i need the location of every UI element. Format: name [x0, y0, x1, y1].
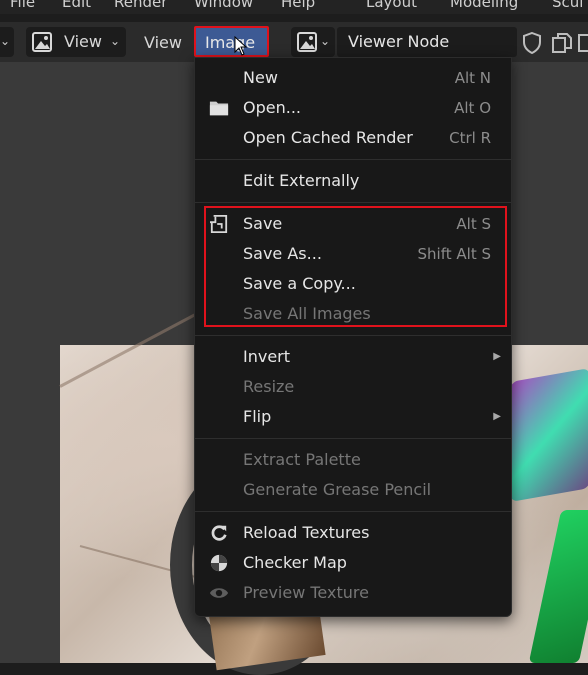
menu-item-label: Invert — [243, 347, 291, 366]
save-group-highlight — [204, 206, 507, 327]
menu-item-extract-palette: Extract Palette — [195, 445, 511, 475]
menu-item-resize: Resize — [195, 372, 511, 402]
image-icon — [297, 32, 317, 52]
menu-render[interactable]: Render — [114, 0, 167, 11]
mouse-cursor-icon — [234, 36, 248, 56]
menu-item-flip[interactable]: Flip ▶ — [195, 402, 511, 432]
image-name-text: Viewer Node — [348, 32, 450, 51]
eye-icon — [209, 588, 229, 598]
image-dropdown-menu: New Alt N Open... Alt O Open Cached Rend… — [194, 57, 512, 617]
image-icon — [32, 32, 52, 52]
image-browse-dropdown[interactable]: ⌄ — [291, 27, 335, 57]
workspace-tab-layout[interactable]: Layout — [366, 0, 417, 11]
menu-window[interactable]: Window — [194, 0, 253, 11]
view-mode-label: View — [64, 32, 102, 51]
menu-separator — [195, 159, 511, 160]
render-crystal-object — [510, 367, 588, 503]
menu-separator — [195, 438, 511, 439]
menu-item-open[interactable]: Open... Alt O — [195, 93, 511, 123]
menu-item-label: Generate Grease Pencil — [243, 480, 432, 499]
chevron-down-icon: ⌄ — [110, 34, 121, 48]
checker-sphere-icon — [210, 554, 228, 572]
menu-item-invert[interactable]: Invert ▶ — [195, 342, 511, 372]
menu-file[interactable]: File — [10, 0, 35, 11]
submenu-arrow-icon: ▶ — [493, 411, 501, 422]
reload-icon — [211, 525, 227, 541]
menu-item-label: New — [243, 68, 278, 87]
menu-item-label: Checker Map — [243, 553, 347, 572]
chevron-down-icon: ⌄ — [0, 34, 11, 48]
view-mode-dropdown[interactable]: View ⌄ — [26, 27, 126, 57]
menu-item-label: Open Cached Render — [243, 128, 413, 147]
workspace-tab-sculpting[interactable]: Scul — [552, 0, 583, 11]
menu-help[interactable]: Help — [281, 0, 315, 11]
menu-item-label: Edit Externally — [243, 171, 360, 190]
menu-item-label: Flip — [243, 407, 272, 426]
menu-item-label: Resize — [243, 377, 295, 396]
menu-item-edit-externally[interactable]: Edit Externally — [195, 166, 511, 196]
editor-type-dropdown-left[interactable]: ⌄ — [0, 27, 14, 57]
menu-item-label: Reload Textures — [243, 523, 370, 542]
menu-item-preview-texture: Preview Texture — [195, 578, 511, 608]
render-crystal-object — [528, 510, 588, 663]
duplicate-icon[interactable] — [551, 32, 573, 54]
folder-icon — [209, 101, 229, 116]
menu-item-new[interactable]: New Alt N — [195, 63, 511, 93]
shortcut-label: Alt O — [454, 99, 491, 117]
view-menu[interactable]: View — [144, 33, 182, 52]
menu-item-label: Open... — [243, 98, 301, 117]
menu-separator — [195, 202, 511, 203]
submenu-arrow-icon: ▶ — [493, 351, 501, 362]
workspace-tab-modeling[interactable]: Modeling — [450, 0, 518, 11]
menu-edit[interactable]: Edit — [62, 0, 91, 11]
open-folder-icon[interactable] — [578, 32, 588, 54]
image-menu-button[interactable]: Image — [194, 26, 269, 57]
menu-item-checker-map[interactable]: Checker Map — [195, 548, 511, 578]
menu-item-open-cached-render[interactable]: Open Cached Render Ctrl R — [195, 123, 511, 153]
top-menu-bar: File Edit Render Window Help Layout Mode… — [0, 0, 588, 14]
image-name-field[interactable]: Viewer Node — [337, 27, 517, 57]
shortcut-label: Alt N — [454, 69, 491, 87]
menu-separator — [195, 511, 511, 512]
menu-item-reload-textures[interactable]: Reload Textures — [195, 518, 511, 548]
menu-item-generate-grease-pencil: Generate Grease Pencil — [195, 475, 511, 505]
fake-user-shield-icon[interactable] — [522, 32, 542, 54]
shortcut-label: Ctrl R — [449, 129, 491, 147]
menu-item-label: Extract Palette — [243, 450, 361, 469]
menu-item-label: Preview Texture — [243, 583, 369, 602]
chevron-down-icon: ⌄ — [320, 34, 331, 48]
menu-separator — [195, 335, 511, 336]
